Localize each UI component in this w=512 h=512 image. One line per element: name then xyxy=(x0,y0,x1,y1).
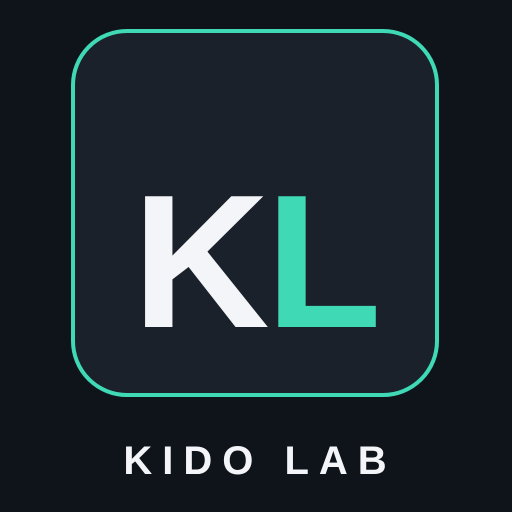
brand-wordmark: KIDO LAB xyxy=(123,439,397,483)
logo-monogram: K L xyxy=(71,167,439,357)
logo-canvas: K L KIDO LAB xyxy=(0,0,512,512)
logo-tile: K L xyxy=(71,29,439,397)
monogram-letter-k: K xyxy=(132,156,269,368)
monogram-letter-l: L xyxy=(265,156,382,368)
